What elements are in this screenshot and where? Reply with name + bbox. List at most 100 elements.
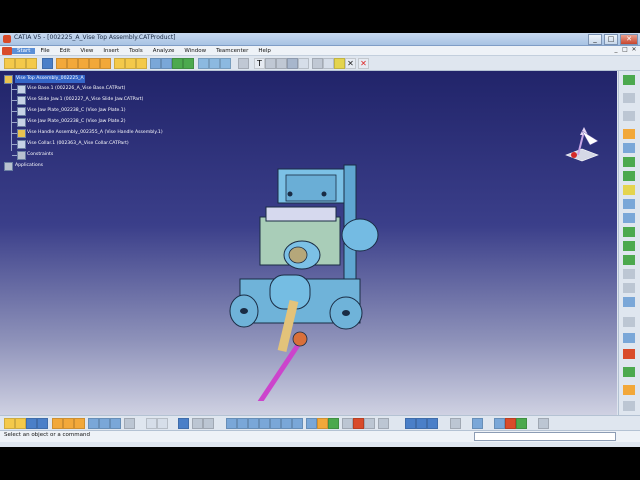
- text-icon[interactable]: T: [254, 58, 265, 69]
- formula-icon[interactable]: [146, 418, 157, 429]
- sectioning-icon[interactable]: [334, 58, 345, 69]
- catalog-browser-icon[interactable]: [450, 418, 461, 429]
- paste-icon[interactable]: [78, 58, 89, 69]
- clash-bottom-icon[interactable]: [353, 418, 364, 429]
- menu-tools[interactable]: Tools: [124, 48, 148, 54]
- catalog-icon[interactable]: [298, 58, 309, 69]
- menu-view[interactable]: View: [75, 48, 98, 54]
- ok-icon[interactable]: [516, 418, 527, 429]
- fillet-icon[interactable]: [623, 385, 635, 395]
- knowledge-icon[interactable]: [157, 418, 168, 429]
- fix-icon[interactable]: [623, 227, 635, 237]
- save-bottom-icon[interactable]: [26, 418, 37, 429]
- delete-icon[interactable]: ✕: [358, 58, 369, 69]
- undo-icon[interactable]: [89, 58, 100, 69]
- contact-icon[interactable]: [623, 185, 635, 195]
- doc-close-button[interactable]: ✕: [630, 46, 638, 54]
- existing-component-icon[interactable]: [150, 58, 161, 69]
- coincidence-icon[interactable]: [623, 171, 635, 181]
- print-icon[interactable]: [42, 58, 53, 69]
- product-icon[interactable]: [114, 58, 125, 69]
- zoom-out-icon[interactable]: [270, 418, 281, 429]
- cut-bottom-icon[interactable]: [52, 418, 63, 429]
- fly-mode-icon[interactable]: [124, 418, 135, 429]
- clash-icon[interactable]: [323, 58, 334, 69]
- manipulation-icon[interactable]: [198, 58, 209, 69]
- flag-note-icon[interactable]: [276, 58, 287, 69]
- vise-assembly-model[interactable]: [200, 161, 420, 401]
- graph-tree-reorder-icon[interactable]: [172, 58, 183, 69]
- snap-icon[interactable]: [209, 58, 220, 69]
- menu-edit[interactable]: Edit: [55, 48, 76, 54]
- whats-this-icon[interactable]: [110, 418, 121, 429]
- undo-bottom-icon[interactable]: [88, 418, 99, 429]
- menu-insert[interactable]: Insert: [98, 48, 124, 54]
- zoom-in-icon[interactable]: [259, 418, 270, 429]
- tree-filter-icon[interactable]: [427, 418, 438, 429]
- title-bar[interactable]: CATIA V5 - [002225_A_Vise Top Assembly.C…: [0, 33, 640, 46]
- move-icon[interactable]: [623, 143, 635, 153]
- chamfer-icon[interactable]: [623, 401, 635, 411]
- component-icon[interactable]: [136, 58, 147, 69]
- measure-bottom-icon[interactable]: [192, 418, 203, 429]
- copy-bottom-icon[interactable]: [63, 418, 74, 429]
- menu-start[interactable]: Start: [12, 47, 36, 54]
- open-bottom-icon[interactable]: [15, 418, 26, 429]
- isometric-view-icon[interactable]: [292, 418, 303, 429]
- pan-icon[interactable]: [226, 418, 237, 429]
- save-icon[interactable]: [26, 58, 37, 69]
- hide-show-icon[interactable]: [317, 418, 328, 429]
- fly-icon[interactable]: [623, 93, 635, 103]
- maximize-button[interactable]: □: [604, 34, 618, 45]
- pad-icon[interactable]: [623, 333, 635, 343]
- rotate-icon[interactable]: [623, 111, 635, 121]
- angle-icon[interactable]: [623, 213, 635, 223]
- normal-view-icon[interactable]: [281, 418, 292, 429]
- command-input[interactable]: [474, 432, 616, 441]
- doc-minimize-button[interactable]: _: [612, 46, 620, 54]
- menu-file[interactable]: File: [35, 48, 54, 54]
- measure-icon[interactable]: [312, 58, 323, 69]
- print-bottom-icon[interactable]: [37, 418, 48, 429]
- offset-icon[interactable]: [623, 199, 635, 209]
- new-bottom-icon[interactable]: [4, 418, 15, 429]
- redo-bottom-icon[interactable]: [99, 418, 110, 429]
- table-bottom-icon[interactable]: [538, 418, 549, 429]
- compass-icon[interactable]: [560, 121, 604, 165]
- tree-collapse-icon[interactable]: [416, 418, 427, 429]
- annotation-icon[interactable]: [265, 58, 276, 69]
- fit-all-icon[interactable]: [248, 418, 259, 429]
- minimize-button[interactable]: _: [588, 34, 602, 45]
- redo-icon[interactable]: [100, 58, 111, 69]
- render-icon[interactable]: [342, 418, 353, 429]
- hole-icon[interactable]: [623, 367, 635, 377]
- teamcenter-icon[interactable]: [472, 418, 483, 429]
- tree-expand-icon[interactable]: [405, 418, 416, 429]
- update-icon[interactable]: [623, 255, 635, 265]
- space-analysis-icon[interactable]: [623, 297, 635, 307]
- constraint-icon[interactable]: [238, 58, 249, 69]
- close-button[interactable]: ✕: [620, 34, 638, 45]
- open-icon[interactable]: [15, 58, 26, 69]
- menu-help[interactable]: Help: [253, 48, 276, 54]
- menu-teamcenter[interactable]: Teamcenter: [211, 48, 253, 54]
- bill-of-material-icon[interactable]: [623, 283, 635, 293]
- copy-icon[interactable]: [67, 58, 78, 69]
- swap-visible-space-icon[interactable]: [328, 418, 339, 429]
- distance-band-icon[interactable]: [378, 418, 389, 429]
- distance-icon[interactable]: ✕: [345, 58, 356, 69]
- reuse-pattern-icon[interactable]: [623, 269, 635, 279]
- workbench-icon[interactable]: [623, 75, 635, 85]
- table-icon[interactable]: [178, 418, 189, 429]
- doc-restore-button[interactable]: □: [621, 46, 629, 54]
- shading-icon[interactable]: [306, 418, 317, 429]
- sync-icon[interactable]: [494, 418, 505, 429]
- menu-analyze[interactable]: Analyze: [148, 48, 180, 54]
- capture-icon[interactable]: [287, 58, 298, 69]
- fix-together-icon[interactable]: [623, 241, 635, 251]
- new-icon[interactable]: [4, 58, 15, 69]
- paste-bottom-icon[interactable]: [74, 418, 85, 429]
- sketch-icon[interactable]: [623, 317, 635, 327]
- pocket-icon[interactable]: [623, 349, 635, 359]
- cut-icon[interactable]: [56, 58, 67, 69]
